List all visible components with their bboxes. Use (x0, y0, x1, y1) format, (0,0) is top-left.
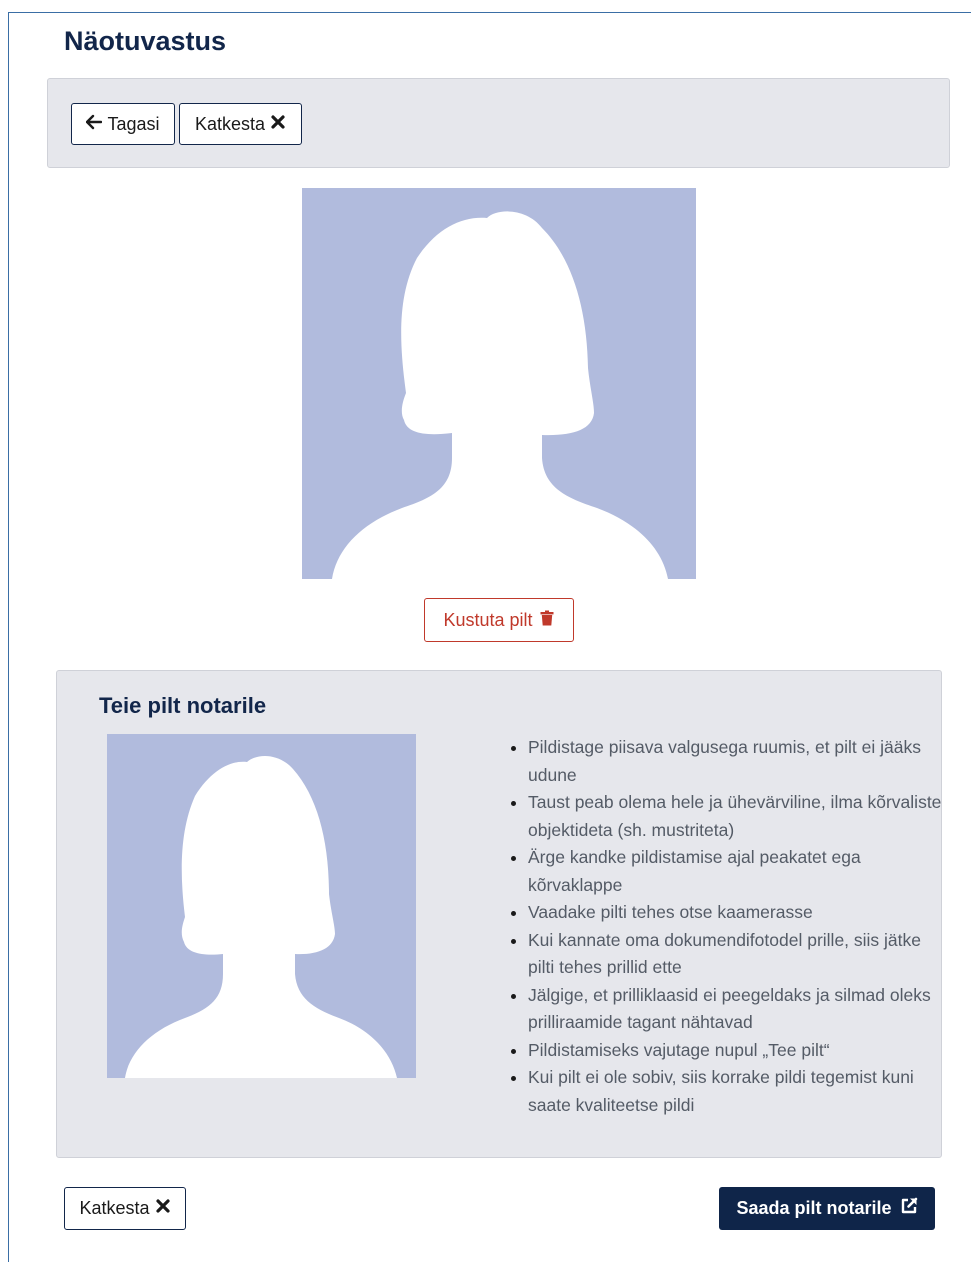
send-to-notary-button[interactable]: Saada pilt notarile (719, 1187, 935, 1230)
list-item: Kui pilt ei ole sobiv, siis korrake pild… (528, 1064, 948, 1119)
back-button-label: Tagasi (107, 113, 160, 134)
list-item: Jälgige, et prilliklaasid ei peegeldaks … (528, 982, 948, 1037)
trash-icon (539, 610, 555, 631)
list-item: Kui kannate oma dokumendifotodel prille,… (528, 927, 948, 982)
cancel-button-label: Katkesta (194, 113, 266, 134)
panel-title: Teie pilt notarile (99, 693, 267, 718)
footer-cancel-button[interactable]: Katkesta (64, 1187, 186, 1230)
list-item: Pildistamiseks vajutage nupul „Tee pilt“ (528, 1037, 948, 1065)
photo-preview (107, 734, 416, 1078)
arrow-left-icon (86, 114, 103, 135)
list-item: Taust peab olema hele ja ühevärviline, i… (528, 789, 948, 844)
captured-photo (302, 188, 696, 579)
close-icon (155, 1198, 171, 1219)
close-icon (270, 114, 286, 135)
delete-photo-label: Kustuta pilt (443, 609, 533, 630)
footer-cancel-label: Katkesta (79, 1198, 150, 1218)
list-item: Pildistage piisava valgusega ruumis, et … (528, 734, 948, 789)
list-item: Ärge kandke pildistamise ajal peakatet e… (528, 844, 948, 899)
back-button[interactable]: Tagasi (71, 103, 175, 145)
send-to-notary-label: Saada pilt notarile (736, 1198, 892, 1218)
list-item: Vaadake pilti tehes otse kaamerasse (528, 899, 948, 927)
delete-photo-button[interactable]: Kustuta pilt (424, 598, 574, 642)
instructions-list: Pildistage piisava valgusega ruumis, et … (504, 734, 948, 1119)
external-link-icon (900, 1197, 918, 1220)
cancel-button[interactable]: Katkesta (179, 103, 302, 145)
person-silhouette-icon (332, 211, 668, 579)
person-silhouette-icon (125, 755, 397, 1078)
page-title: Näotuvastus (64, 26, 227, 56)
toolbar: Tagasi Katkesta (47, 78, 950, 168)
photo-for-notary-panel: Teie pilt notarile Pildistage piisava va… (56, 670, 942, 1158)
